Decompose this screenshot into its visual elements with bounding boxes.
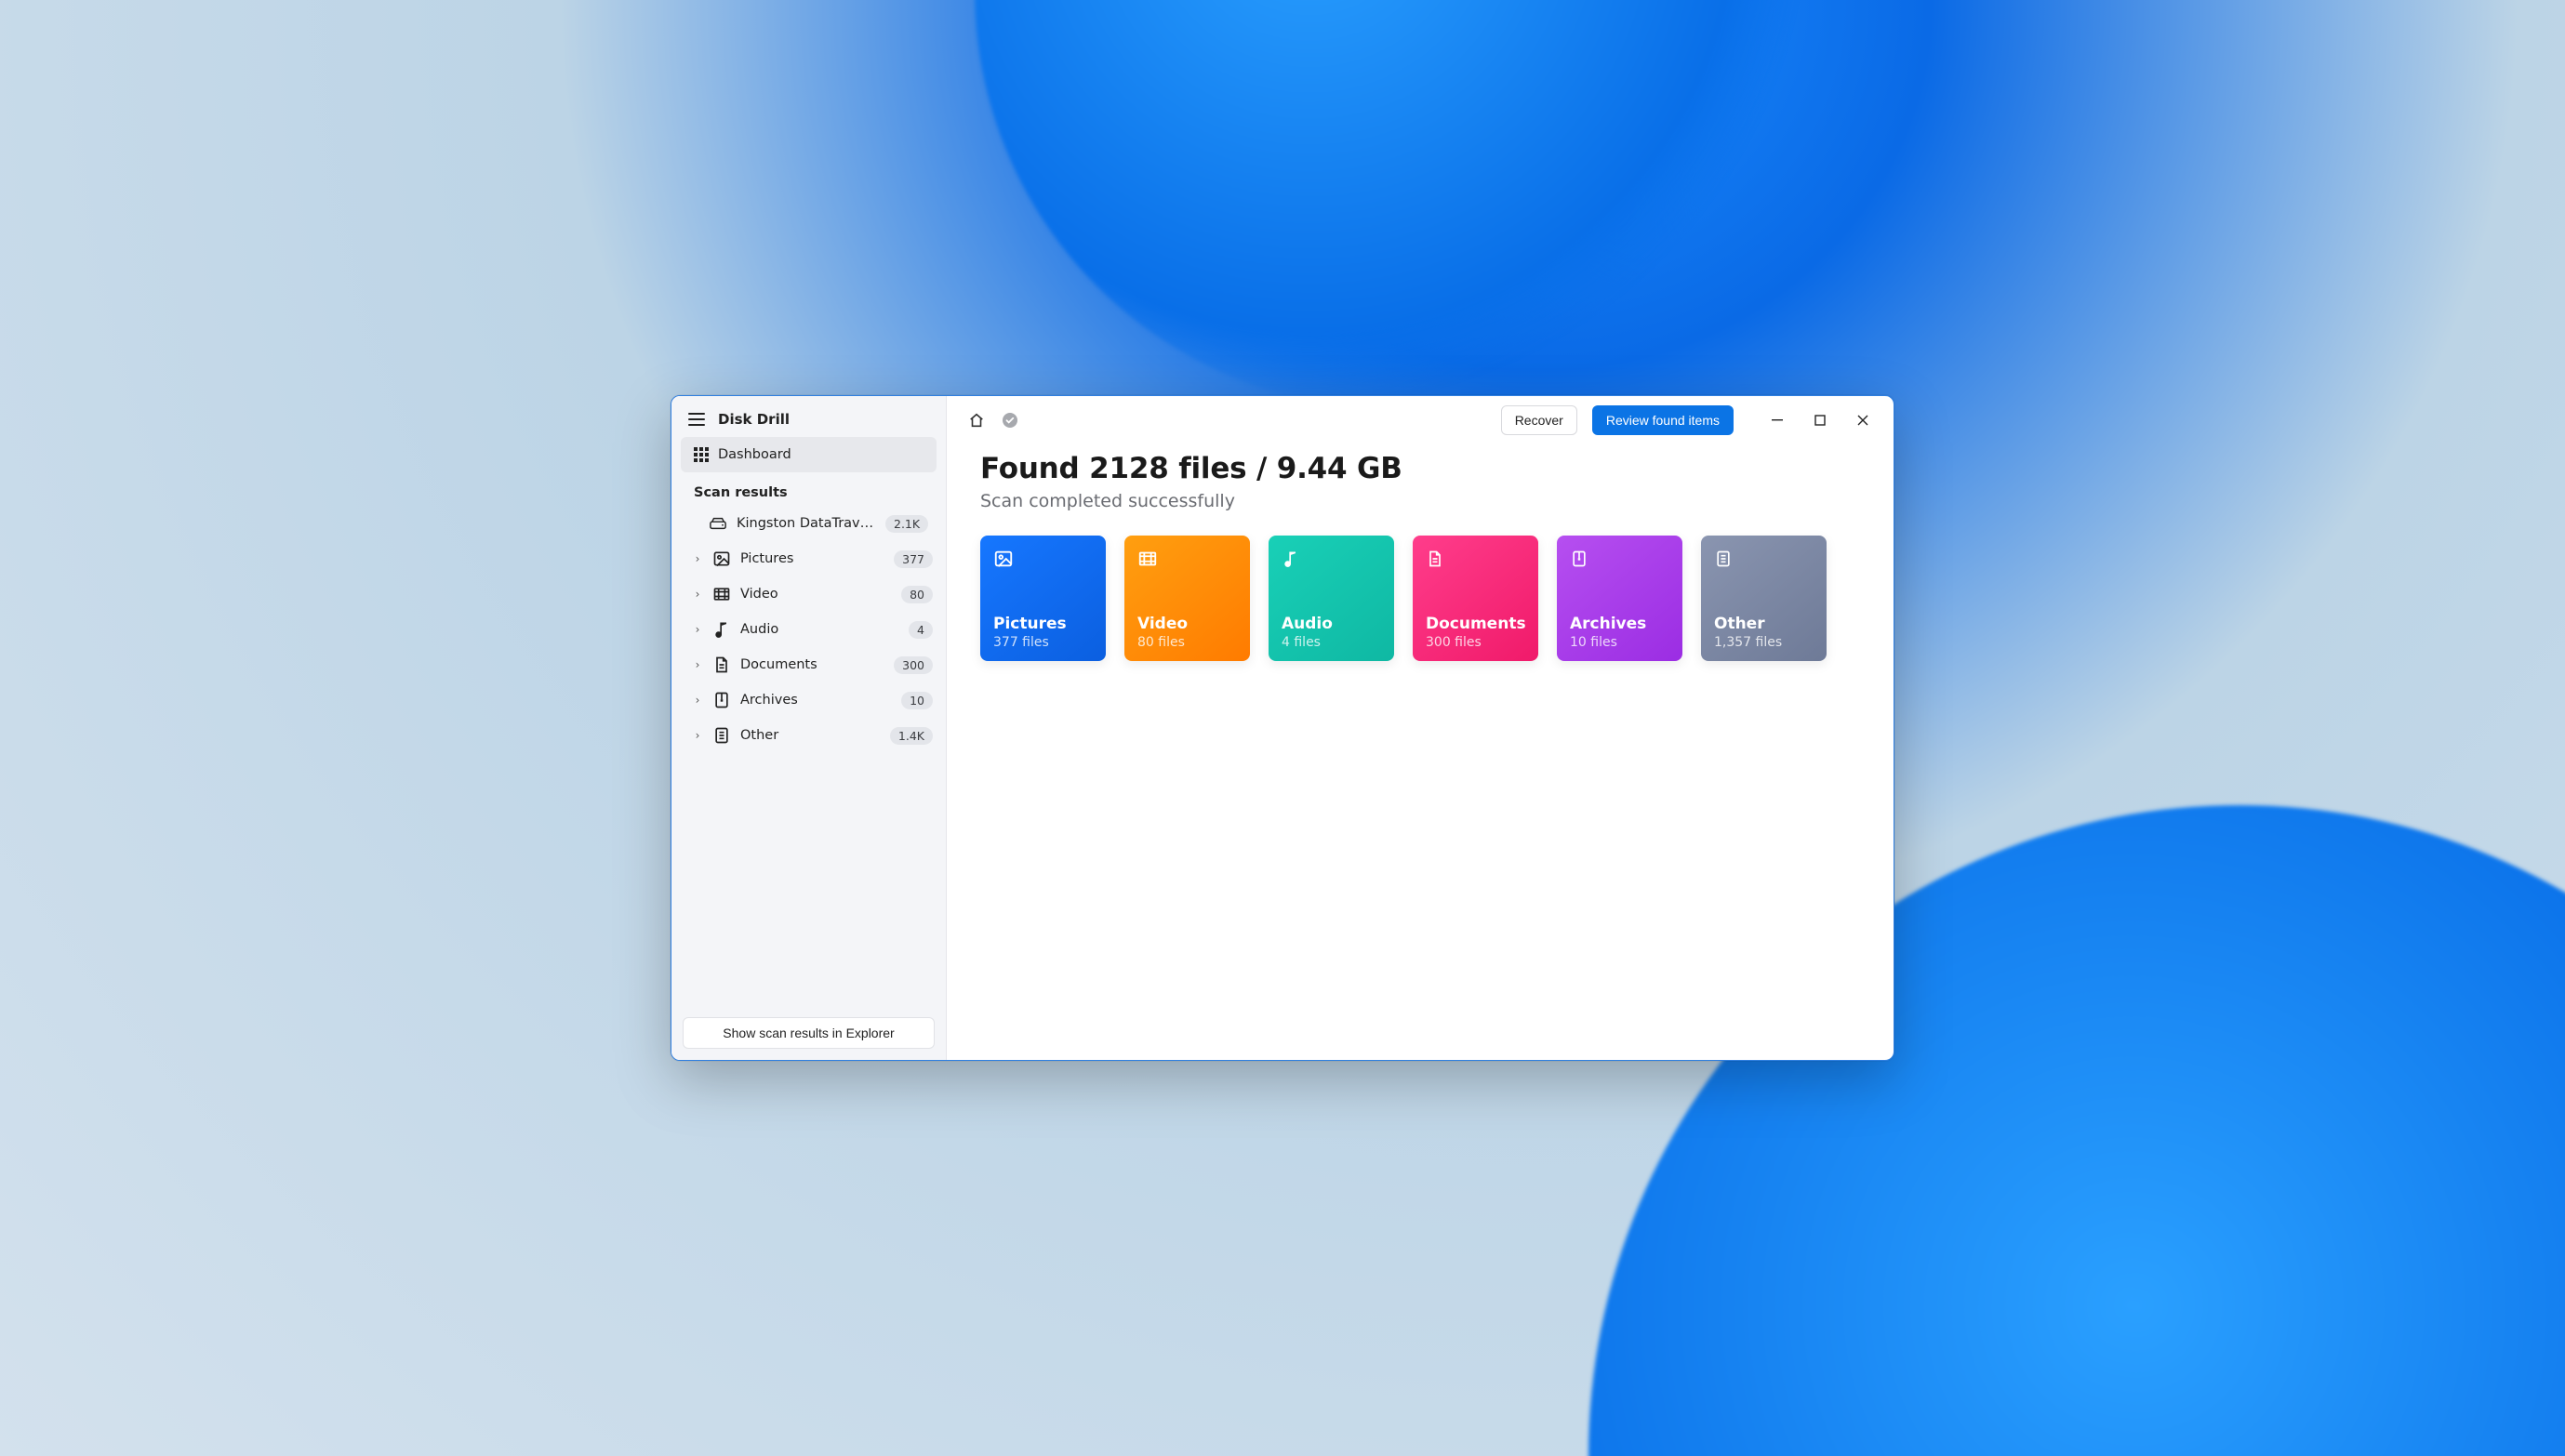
documents-icon (712, 655, 731, 675)
sidebar-device-count: 2.1K (885, 515, 928, 533)
home-button[interactable] (967, 411, 986, 430)
recover-button[interactable]: Recover (1501, 405, 1577, 435)
review-found-items-button[interactable]: Review found items (1592, 405, 1734, 435)
app-title: Disk Drill (718, 411, 790, 428)
hamburger-icon[interactable] (688, 413, 705, 426)
drive-icon (709, 517, 727, 530)
window-minimize-button[interactable] (1756, 405, 1799, 435)
sidebar-item-label: Video (740, 587, 892, 602)
card-title: Pictures (993, 615, 1093, 633)
sidebar-item-label: Audio (740, 622, 899, 637)
card-title: Archives (1570, 615, 1669, 633)
card-title: Other (1714, 615, 1814, 633)
page-subtitle: Scan completed successfully (980, 491, 1860, 511)
sidebar-device-label: Kingston DataTraveler E… (737, 516, 876, 531)
sidebar-device[interactable]: Kingston DataTraveler E… 2.1K (671, 506, 946, 541)
sidebar-item-count: 10 (901, 692, 933, 709)
sidebar-item-video[interactable]: › Video 80 (671, 576, 946, 612)
sidebar-section-label: Scan results (671, 472, 946, 506)
content: Found 2128 files / 9.44 GB Scan complete… (947, 444, 1894, 683)
other-icon (1714, 549, 1814, 578)
chevron-right-icon: › (692, 623, 703, 636)
sidebar-item-audio[interactable]: › Audio 4 (671, 612, 946, 647)
sidebar-item-count: 4 (909, 621, 933, 639)
pictures-icon (993, 549, 1093, 578)
sidebar-item-label: Pictures (740, 551, 884, 566)
window-maximize-button[interactable] (1799, 405, 1841, 435)
card-other[interactable]: Other 1,357 files (1701, 536, 1827, 661)
sidebar-item-pictures[interactable]: › Pictures 377 (671, 541, 946, 576)
card-subtitle: 4 files (1282, 635, 1381, 650)
sidebar-item-other[interactable]: › Other 1.4K (671, 718, 946, 753)
category-cards: Pictures 377 files Video 80 files Audio 4 fil… (980, 536, 1860, 661)
status-check-icon (1001, 411, 1019, 430)
card-title: Video (1137, 615, 1237, 633)
card-subtitle: 377 files (993, 635, 1093, 650)
sidebar-item-label: Documents (740, 657, 884, 672)
sidebar: Disk Drill Dashboard Scan results Kingst… (671, 396, 947, 1060)
grid-icon (694, 447, 709, 462)
chevron-right-icon: › (692, 658, 703, 671)
page-title: Found 2128 files / 9.44 GB (980, 452, 1860, 485)
card-video[interactable]: Video 80 files (1124, 536, 1250, 661)
window-controls (1756, 405, 1884, 435)
audio-icon (712, 619, 731, 640)
video-icon (1137, 549, 1237, 578)
show-in-explorer-button[interactable]: Show scan results in Explorer (683, 1017, 935, 1049)
sidebar-item-documents[interactable]: › Documents 300 (671, 647, 946, 682)
archives-icon (1570, 549, 1669, 578)
card-audio[interactable]: Audio 4 files (1269, 536, 1394, 661)
chevron-right-icon: › (692, 729, 703, 742)
card-title: Documents (1426, 615, 1525, 633)
card-subtitle: 80 files (1137, 635, 1237, 650)
card-title: Audio (1282, 615, 1381, 633)
toolbar: Recover Review found items (947, 396, 1894, 444)
sidebar-item-dashboard[interactable]: Dashboard (681, 437, 937, 472)
sidebar-item-label: Other (740, 728, 881, 743)
chevron-right-icon: › (692, 694, 703, 707)
main-panel: Recover Review found items Found 2128 fi… (947, 396, 1894, 1060)
pictures-icon (712, 549, 731, 569)
sidebar-header: Disk Drill (671, 404, 946, 437)
documents-icon (1426, 549, 1525, 578)
sidebar-item-count: 377 (894, 550, 933, 568)
app-window: Disk Drill Dashboard Scan results Kingst… (671, 395, 1894, 1061)
card-subtitle: 1,357 files (1714, 635, 1814, 650)
card-subtitle: 10 files (1570, 635, 1669, 650)
sidebar-item-archives[interactable]: › Archives 10 (671, 682, 946, 718)
sidebar-item-count: 300 (894, 656, 933, 674)
sidebar-footer: Show scan results in Explorer (671, 1006, 946, 1060)
audio-icon (1282, 549, 1381, 578)
card-archives[interactable]: Archives 10 files (1557, 536, 1682, 661)
card-documents[interactable]: Documents 300 files (1413, 536, 1538, 661)
sidebar-item-count: 1.4K (890, 727, 933, 745)
card-pictures[interactable]: Pictures 377 files (980, 536, 1106, 661)
sidebar-item-count: 80 (901, 586, 933, 603)
other-icon (712, 725, 731, 746)
sidebar-item-label: Archives (740, 693, 892, 708)
archives-icon (712, 690, 731, 710)
chevron-right-icon: › (692, 552, 703, 565)
sidebar-item-label: Dashboard (718, 447, 791, 462)
card-subtitle: 300 files (1426, 635, 1525, 650)
video-icon (712, 584, 731, 604)
window-close-button[interactable] (1841, 405, 1884, 435)
sidebar-tree: › Pictures 377 › Video 80 › Audio 4 › Documents 300… (671, 541, 946, 753)
chevron-right-icon: › (692, 588, 703, 601)
